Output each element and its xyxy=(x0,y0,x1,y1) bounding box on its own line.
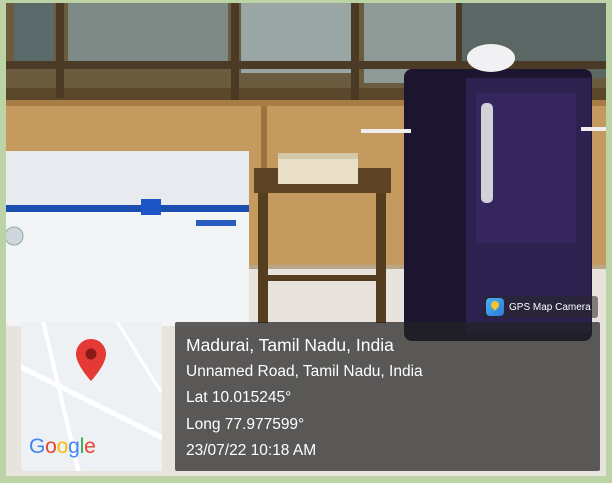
map-pin-icon xyxy=(76,339,106,381)
location-address: Unnamed Road, Tamil Nadu, India xyxy=(186,362,423,380)
google-logo: Google xyxy=(29,435,96,458)
location-datetime: 23/07/22 10:18 AM xyxy=(186,442,317,459)
map-thumbnail: Google xyxy=(21,322,162,471)
image-frame: GPS Map Camera Google Madurai, Tamil Nad… xyxy=(0,0,612,483)
location-info-panel: Madurai, Tamil Nadu, India Unnamed Road,… xyxy=(175,322,600,471)
gps-map-camera-icon xyxy=(486,298,504,316)
location-latitude: Lat 10.015245° xyxy=(186,389,292,406)
watermark-label: GPS Map Camera xyxy=(509,301,591,313)
location-city: Madurai, Tamil Nadu, India xyxy=(186,335,394,355)
location-longitude: Long 77.977599° xyxy=(186,415,305,433)
gps-map-camera-watermark: GPS Map Camera xyxy=(483,296,598,318)
